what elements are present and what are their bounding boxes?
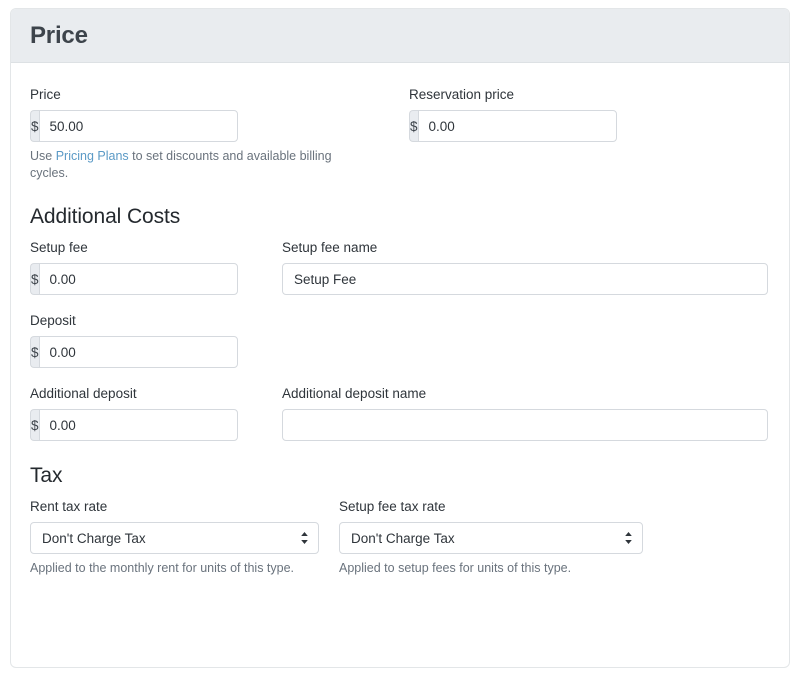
rent-tax-rate-help: Applied to the monthly rent for units of… <box>30 561 295 575</box>
reservation-price-label: Reservation price <box>409 87 515 102</box>
setup-fee-input[interactable] <box>38 263 238 295</box>
rent-tax-rate-label: Rent tax rate <box>30 499 108 514</box>
setup-fee-field-group: Setup fee $ <box>30 240 282 295</box>
setup-fee-tax-rate-help: Applied to setup fees for units of this … <box>339 561 572 575</box>
help-text-before: Use <box>30 149 56 163</box>
page-title: Price <box>30 21 88 49</box>
deposit-input[interactable] <box>38 336 238 368</box>
rent-tax-rate-select-wrap: Don't Charge Tax <box>30 522 319 554</box>
pricing-plans-help-text: Use Pricing Plans to set discounts and a… <box>30 148 360 182</box>
price-label: Price <box>30 87 61 102</box>
reservation-price-field-group: Reservation price $ <box>409 87 617 142</box>
price-input-group: $ <box>30 110 238 142</box>
rent-tax-rate-select[interactable]: Don't Charge Tax <box>30 522 319 554</box>
additional-deposit-row: Additional deposit $ Additional deposit … <box>30 386 770 441</box>
setup-fee-name-field-group: Setup fee name <box>282 240 768 295</box>
card-header: Price <box>11 9 789 63</box>
additional-costs-heading: Additional Costs <box>30 205 181 228</box>
currency-symbol-icon: $ <box>30 263 39 295</box>
currency-symbol-icon: $ <box>30 336 39 368</box>
tax-heading: Tax <box>30 464 63 487</box>
setup-fee-name-label: Setup fee name <box>282 240 378 255</box>
currency-symbol-icon: $ <box>30 110 39 142</box>
reservation-price-input-group: $ <box>409 110 617 142</box>
currency-symbol-icon: $ <box>409 110 418 142</box>
currency-symbol-icon: $ <box>30 409 39 441</box>
deposit-label: Deposit <box>30 313 76 328</box>
additional-deposit-input-group: $ <box>30 409 238 441</box>
price-field-group: Price $ <box>30 87 409 142</box>
additional-deposit-label: Additional deposit <box>30 386 137 401</box>
additional-deposit-input[interactable] <box>38 409 238 441</box>
price-card: Price Price $ Reservation price $ Use Pr… <box>10 8 790 668</box>
reservation-price-input[interactable] <box>417 110 617 142</box>
additional-deposit-name-label: Additional deposit name <box>282 386 427 401</box>
additional-deposit-field-group: Additional deposit $ <box>30 386 282 441</box>
rent-tax-rate-field-group: Rent tax rate Don't Charge Tax Applied t… <box>30 499 339 577</box>
additional-deposit-name-field-group: Additional deposit name <box>282 386 768 441</box>
setup-fee-label: Setup fee <box>30 240 88 255</box>
pricing-plans-link[interactable]: Pricing Plans <box>56 149 129 163</box>
setup-fee-tax-rate-label: Setup fee tax rate <box>339 499 446 514</box>
setup-fee-input-group: $ <box>30 263 238 295</box>
price-row: Price $ Reservation price $ <box>30 87 770 142</box>
deposit-input-group: $ <box>30 336 238 368</box>
setup-fee-row: Setup fee $ Setup fee name <box>30 240 770 295</box>
tax-row: Rent tax rate Don't Charge Tax Applied t… <box>30 499 770 577</box>
deposit-field-group: Deposit $ <box>30 313 770 368</box>
setup-fee-tax-rate-field-group: Setup fee tax rate Don't Charge Tax Appl… <box>339 499 643 577</box>
setup-fee-tax-rate-select[interactable]: Don't Charge Tax <box>339 522 643 554</box>
price-input[interactable] <box>38 110 238 142</box>
additional-deposit-name-input[interactable] <box>282 409 768 441</box>
setup-fee-name-input[interactable] <box>282 263 768 295</box>
setup-fee-tax-rate-select-wrap: Don't Charge Tax <box>339 522 643 554</box>
card-body: Price $ Reservation price $ Use Pricing … <box>11 63 789 577</box>
